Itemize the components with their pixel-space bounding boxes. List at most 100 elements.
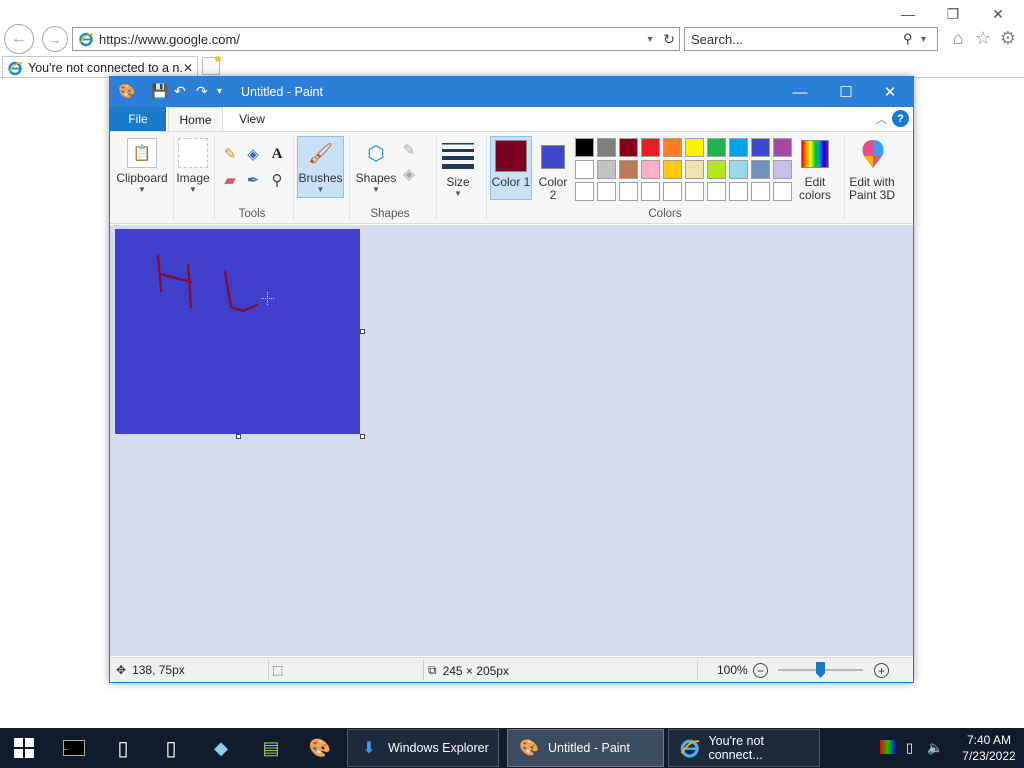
notebook-taskbar-icon[interactable]: ◆ (200, 728, 242, 768)
palette-swatch[interactable] (597, 160, 616, 179)
shape-fill-icon[interactable]: ◈ (399, 164, 419, 184)
restore-icon[interactable]: ❐ (943, 6, 963, 23)
palette-swatch[interactable] (751, 138, 770, 157)
system-clock[interactable]: 7:40 AM 7/23/2022 (958, 732, 1020, 764)
custom-color-slot[interactable] (685, 182, 704, 201)
battery-icon[interactable]: ▯ (906, 740, 913, 756)
edit-colors-button[interactable]: Edit colors (794, 176, 836, 202)
size-button[interactable]: Size ▼ (440, 135, 476, 198)
custom-color-slot[interactable] (641, 182, 660, 201)
magnifier-icon[interactable]: ⚲ (267, 170, 287, 190)
color2-label[interactable]: Color 2 (534, 176, 572, 202)
custom-color-slot[interactable] (729, 182, 748, 201)
back-button[interactable]: ← (4, 24, 34, 54)
paint-app-icon[interactable]: 🎨 (118, 83, 135, 101)
close-icon[interactable]: ✕ (988, 6, 1008, 23)
fill-icon[interactable]: ◈ (243, 144, 263, 164)
brushes-button[interactable]: 🖌 Brushes ▼ (297, 135, 344, 195)
redo-icon[interactable]: ↷ (196, 83, 208, 101)
forward-button[interactable]: → (42, 26, 68, 52)
address-bar[interactable]: https://www.google.com/ ▾ ↻ (72, 27, 680, 51)
taskbar-app-paint[interactable]: 🎨 Untitled - Paint (507, 729, 664, 767)
custom-color-slot[interactable] (663, 182, 682, 201)
custom-color-slot[interactable] (619, 182, 638, 201)
chart-taskbar-icon[interactable]: ▤ (250, 728, 292, 768)
pencil-icon[interactable]: ✎ (220, 144, 240, 164)
undo-icon[interactable]: ↶ (174, 83, 186, 101)
taskbar-app-ie[interactable]: You're not connect... (668, 729, 820, 767)
help-icon[interactable]: ? (892, 110, 909, 127)
palette-swatch[interactable] (575, 138, 594, 157)
clipboard-button[interactable]: 📋 Clipboard ▼ (116, 135, 168, 194)
custom-color-slot[interactable] (575, 182, 594, 201)
paint-minimize-icon[interactable]: — (777, 77, 823, 107)
palette-swatch[interactable] (663, 160, 682, 179)
paint-taskbar-icon[interactable]: 🎨 (298, 728, 342, 768)
display-tray-icon[interactable] (880, 740, 896, 754)
palette-swatch[interactable] (663, 138, 682, 157)
edit-with-paint3d-button[interactable]: Edit with Paint 3D (847, 176, 897, 202)
paint-close-icon[interactable]: ✕ (867, 77, 913, 107)
zoom-slider-thumb[interactable] (816, 662, 825, 678)
refresh-icon[interactable]: ↻ (659, 31, 679, 48)
custom-color-slot[interactable] (751, 182, 770, 201)
cmd-taskbar-icon[interactable]: _ (52, 728, 96, 768)
save-icon[interactable]: 💾 (151, 83, 168, 101)
resize-handle-corner[interactable] (360, 434, 365, 439)
palette-swatch[interactable] (773, 160, 792, 179)
file2-taskbar-icon[interactable]: ▯ (150, 728, 192, 768)
palette-swatch[interactable] (707, 160, 726, 179)
address-dropdown-icon[interactable]: ▾ (641, 34, 659, 45)
browser-tab[interactable]: You're not connected to a n... ✕ (2, 56, 198, 78)
paint-title-bar[interactable]: 🎨 💾 ↶ ↷ ▾ Untitled - Paint — ☐ ✕ (110, 77, 913, 107)
home-icon[interactable]: ⌂ (947, 28, 969, 49)
image-button[interactable]: Image ▼ (176, 135, 210, 194)
zoom-out-button[interactable]: − (753, 663, 768, 678)
palette-swatch[interactable] (685, 160, 704, 179)
custom-color-slot[interactable] (707, 182, 726, 201)
palette-swatch[interactable] (729, 160, 748, 179)
color1-label[interactable]: Color 1 (490, 176, 532, 189)
palette-swatch[interactable] (641, 160, 660, 179)
resize-handle-bottom[interactable] (236, 434, 241, 439)
outline-icon[interactable]: ✎ (399, 140, 419, 160)
palette-swatch[interactable] (773, 138, 792, 157)
palette-swatch[interactable] (707, 138, 726, 157)
palette-swatch[interactable] (641, 138, 660, 157)
palette-swatch[interactable] (597, 138, 616, 157)
new-tab-button[interactable] (202, 56, 221, 75)
paint-maximize-icon[interactable]: ☐ (823, 77, 869, 107)
custom-color-slot[interactable] (773, 182, 792, 201)
eraser-icon[interactable]: ▰ (220, 170, 240, 190)
file-taskbar-icon[interactable]: ▯ (102, 728, 144, 768)
shapes-button[interactable]: ⬡ Shapes ▼ (354, 135, 398, 195)
custom-color-slot[interactable] (597, 182, 616, 201)
tab-file[interactable]: File (110, 107, 166, 131)
speaker-muted-icon[interactable]: 🔈 (927, 740, 943, 756)
collapse-ribbon-icon[interactable]: ︿ (876, 111, 887, 127)
favorites-star-icon[interactable]: ☆ (972, 28, 994, 49)
color1-swatch[interactable] (495, 140, 527, 172)
tab-view[interactable]: View (228, 107, 276, 131)
start-button[interactable] (0, 728, 48, 768)
resize-handle-right[interactable] (360, 329, 365, 334)
text-icon[interactable]: A (267, 144, 287, 164)
palette-swatch[interactable] (751, 160, 770, 179)
palette-swatch[interactable] (575, 160, 594, 179)
palette-swatch[interactable] (729, 138, 748, 157)
minimize-icon[interactable]: — (898, 6, 918, 22)
search-box[interactable]: Search... ⚲ ▾ (684, 27, 938, 51)
tab-close-icon[interactable]: ✕ (183, 61, 197, 75)
tab-home[interactable]: Home (168, 107, 223, 131)
drawing-canvas[interactable] (115, 229, 360, 434)
search-dropdown-icon[interactable]: ▾ (921, 34, 937, 45)
taskbar-app-explorer[interactable]: ⬇ Windows Explorer (347, 729, 499, 767)
gear-icon[interactable]: ⚙ (997, 28, 1019, 49)
palette-swatch[interactable] (619, 160, 638, 179)
color-picker-icon[interactable]: ✒ (243, 170, 263, 190)
palette-swatch[interactable] (619, 138, 638, 157)
search-icon[interactable]: ⚲ (903, 31, 921, 47)
zoom-in-button[interactable]: + (874, 663, 889, 678)
palette-swatch[interactable] (685, 138, 704, 157)
customize-qat-icon[interactable]: ▾ (217, 86, 222, 104)
